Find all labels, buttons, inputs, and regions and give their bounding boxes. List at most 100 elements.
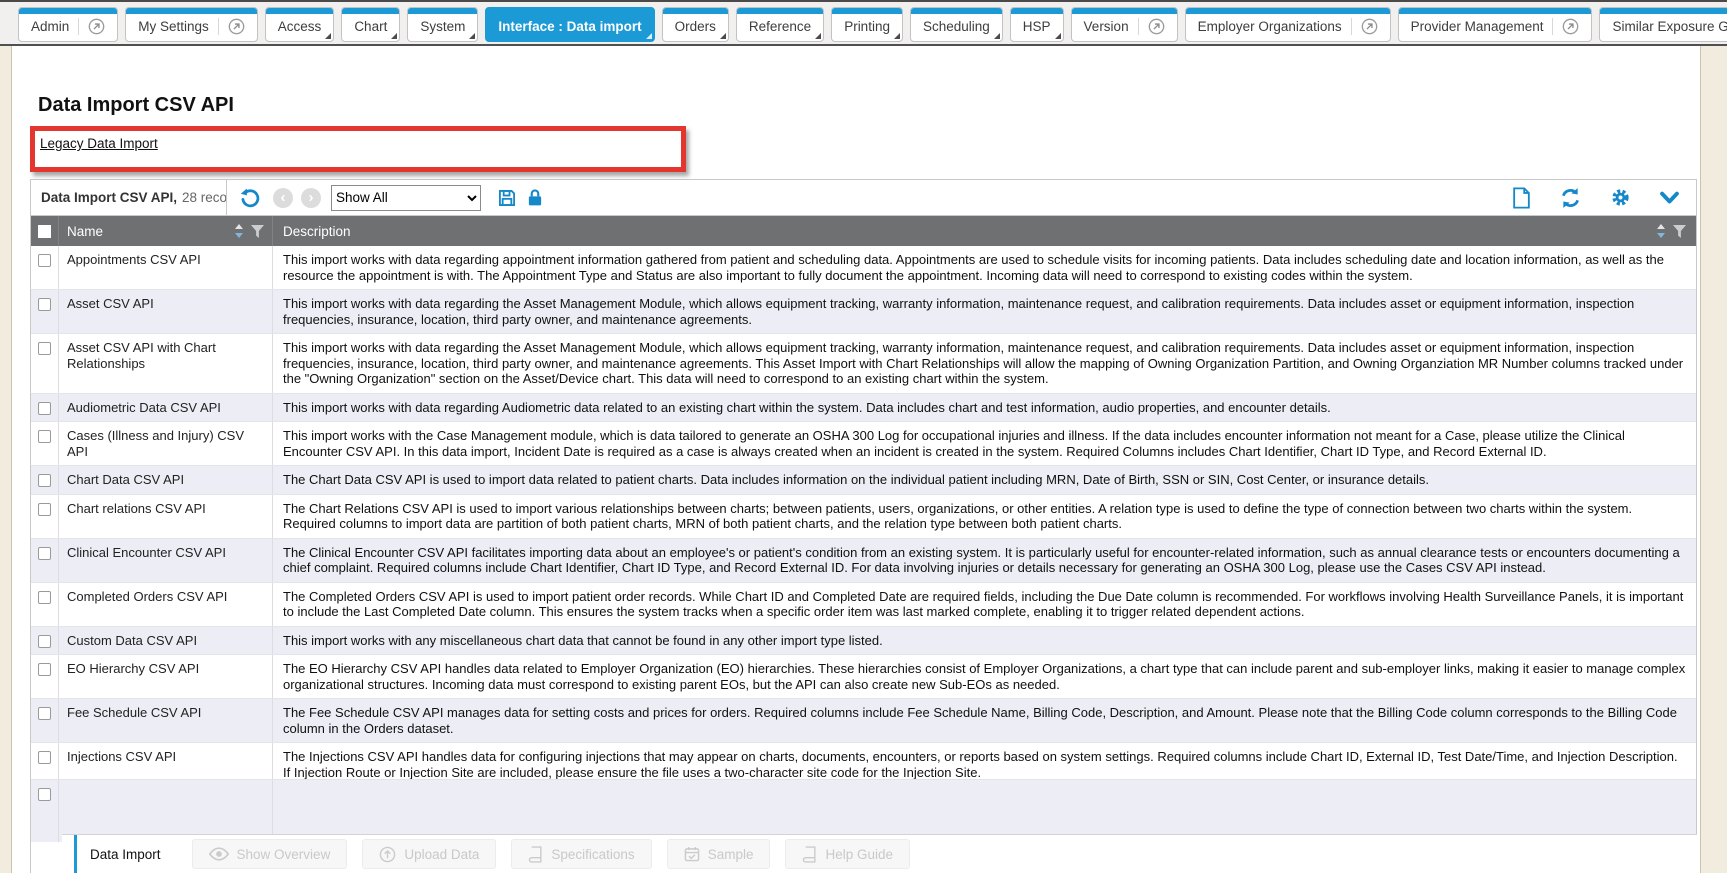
button-label: Sample [708,847,754,862]
table-row[interactable]: Injections CSV API The Injections CSV AP… [31,743,1696,780]
description-cell: The EO Hierarchy CSV API handles data re… [273,655,1696,698]
select-all-checkbox[interactable] [38,225,51,238]
nav-tab[interactable]: Printing [831,7,903,42]
table-row[interactable]: Audiometric Data CSV API This import wor… [31,394,1696,423]
tab-bar: Admin My Settings Access [0,2,1727,46]
grid-toolbar: Data Import CSV API, 28 records ‹ › Show… [30,179,1697,216]
nav-tab[interactable]: Access [265,7,335,42]
row-checkbox[interactable] [38,707,51,720]
description-column-label: Description [283,224,351,239]
tab-label: System [420,19,465,34]
row-checkbox[interactable] [38,342,51,355]
tab-label: Provider Management [1411,19,1544,34]
menu-indicator-icon [325,33,331,39]
nav-tab[interactable]: Scheduling [910,7,1003,42]
row-checkbox[interactable] [38,663,51,676]
external-link-icon[interactable] [1138,18,1165,35]
sample-button[interactable]: Sample [667,839,771,869]
row-checkbox[interactable] [38,635,51,648]
description-cell: The Completed Orders CSV API is used to … [273,583,1696,626]
legacy-data-import-link[interactable]: Legacy Data Import [40,136,158,151]
description-cell: This import works with any miscellaneous… [273,627,1696,655]
menu-indicator-icon [646,33,652,39]
nav-tab[interactable]: Reference [736,7,824,42]
table-row[interactable]: Clinical Encounter CSV API The Clinical … [31,539,1696,583]
table-row[interactable]: Asset CSV API with Chart Relationships T… [31,334,1696,394]
table-row[interactable]: Cases (Illness and Injury) CSV API This … [31,422,1696,466]
filter-funnel-icon[interactable] [1673,225,1686,238]
nav-tab[interactable]: System [407,7,478,42]
tab-label: Similar Exposure Groups (SEGs) [1612,19,1727,34]
header-name-cell[interactable]: Name [59,216,273,246]
tab-label: Reference [749,19,811,34]
button-label: Specifications [551,847,634,862]
external-link-icon[interactable] [78,18,105,35]
filter-funnel-icon[interactable] [251,225,264,238]
undo-icon[interactable] [239,187,261,209]
row-checkbox[interactable] [38,254,51,267]
table-row[interactable]: Completed Orders CSV API The Completed O… [31,583,1696,627]
checkbox-cell [31,655,59,698]
header-description-cell[interactable]: Description [273,224,1696,239]
menu-indicator-icon [1055,33,1061,39]
row-checkbox[interactable] [38,547,51,560]
row-checkbox[interactable] [38,402,51,415]
name-cell: Cases (Illness and Injury) CSV API [59,422,273,465]
name-column-label: Name [67,224,103,239]
nav-tab[interactable]: Chart [341,7,400,42]
button-label: Help Guide [825,847,893,862]
row-checkbox[interactable] [38,788,51,801]
show-overview-button[interactable]: Show Overview [192,839,348,869]
sort-icon[interactable] [1656,224,1666,238]
table-row[interactable]: Chart relations CSV API The Chart Relati… [31,495,1696,539]
prev-page-icon[interactable]: ‹ [273,188,293,208]
save-icon[interactable] [497,188,517,208]
help-guide-button[interactable]: Help Guide [785,839,910,869]
row-checkbox[interactable] [38,298,51,311]
tab-data-import[interactable]: Data Import [74,835,177,873]
name-cell [59,780,273,842]
nav-tab[interactable]: HSP [1010,7,1064,42]
refresh-icon[interactable] [1559,187,1582,209]
nav-tab[interactable]: Version [1071,7,1178,42]
settings-gear-icon[interactable] [1610,187,1631,209]
lock-icon[interactable] [526,188,544,208]
external-link-icon[interactable] [1552,18,1579,35]
specifications-button[interactable]: Specifications [511,839,651,869]
table-row[interactable]: Fee Schedule CSV API The Fee Schedule CS… [31,699,1696,743]
table-row[interactable]: EO Hierarchy CSV API The EO Hierarchy CS… [31,655,1696,699]
sort-icon[interactable] [234,224,244,238]
table-row[interactable]: Appointments CSV API This import works w… [31,246,1696,290]
nav-tab[interactable]: Employer Organizations [1185,7,1391,42]
table-row[interactable]: Chart Data CSV API The Chart Data CSV AP… [31,466,1696,495]
eye-icon [209,847,229,861]
new-document-icon[interactable] [1512,187,1531,209]
nav-tab[interactable]: Orders [662,7,729,42]
row-checkbox[interactable] [38,591,51,604]
nav-tab[interactable]: My Settings [125,7,258,42]
record-count: 28 records [182,190,227,205]
table-row[interactable]: Asset CSV API This import works with dat… [31,290,1696,334]
name-cell: Clinical Encounter CSV API [59,539,273,582]
nav-tab[interactable]: Similar Exposure Groups (SEGs) [1599,7,1727,42]
row-checkbox[interactable] [38,430,51,443]
description-cell [273,780,1696,842]
table-row[interactable]: Custom Data CSV API This import works wi… [31,627,1696,656]
table-row[interactable] [31,780,1696,842]
row-checkbox[interactable] [38,503,51,516]
tab-label: Printing [844,19,890,34]
checkbox-cell [31,422,59,465]
checkbox-cell [31,334,59,393]
row-checkbox[interactable] [38,751,51,764]
external-link-icon[interactable] [218,18,245,35]
checkbox-cell [31,743,59,779]
next-page-icon[interactable]: › [301,188,321,208]
nav-tab[interactable]: Admin [18,7,118,42]
filter-select[interactable]: Show All [331,185,481,211]
collapse-chevron-icon[interactable] [1659,187,1680,209]
row-checkbox[interactable] [38,474,51,487]
nav-tab[interactable]: Interface : Data import [485,7,654,42]
external-link-icon[interactable] [1351,18,1378,35]
nav-tab[interactable]: Provider Management [1398,7,1593,42]
upload-data-button[interactable]: Upload Data [362,839,496,869]
